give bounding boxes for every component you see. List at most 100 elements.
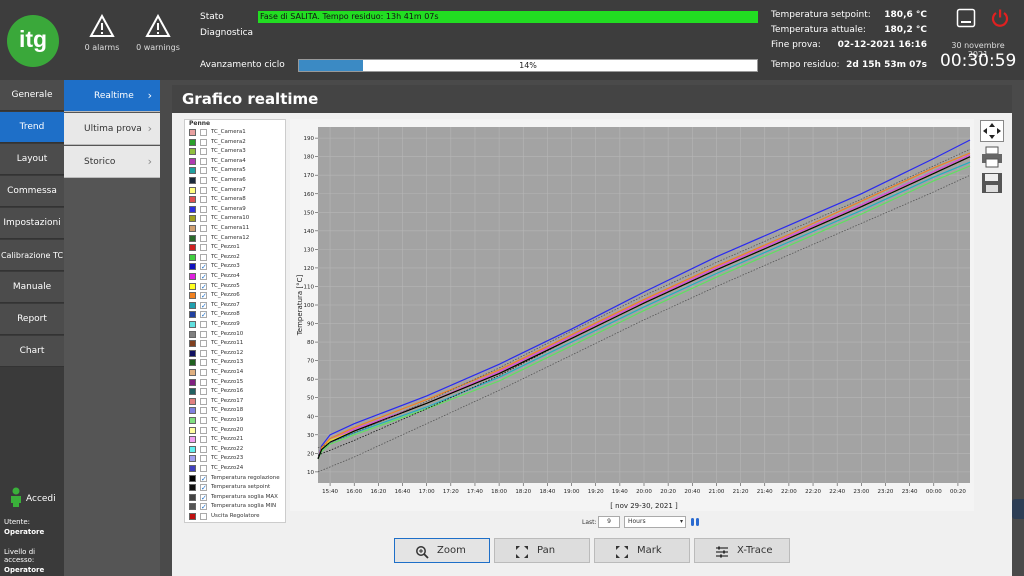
legend-item[interactable]: TC_Camera6 bbox=[189, 176, 285, 185]
mark-button[interactable]: Mark bbox=[594, 538, 690, 563]
legend-item[interactable]: TC_Pezzo2 bbox=[189, 253, 285, 262]
legend-checkbox[interactable] bbox=[200, 349, 207, 357]
legend-checkbox[interactable] bbox=[200, 205, 207, 213]
legend-checkbox[interactable] bbox=[200, 369, 207, 376]
legend-item[interactable]: TC_Pezzo16 bbox=[189, 387, 285, 396]
legend-item[interactable]: TC_Pezzo1 bbox=[189, 243, 285, 252]
legend-item[interactable]: TC_Pezzo17 bbox=[189, 397, 285, 406]
legend-item[interactable]: TC_Pezzo9 bbox=[189, 320, 285, 329]
legend-checkbox[interactable] bbox=[200, 225, 207, 232]
sidebar-item-report[interactable]: Report bbox=[0, 304, 64, 335]
legend-checkbox[interactable] bbox=[200, 330, 207, 338]
sidebar-item-calibrazione-tc[interactable]: Calibrazione TC bbox=[0, 240, 64, 271]
zoom-button[interactable]: Zoom bbox=[394, 538, 490, 563]
legend-item[interactable]: ✓ TC_Pezzo6 bbox=[189, 291, 285, 300]
legend-checkbox[interactable] bbox=[200, 436, 207, 444]
legend-item[interactable]: TC_Camera3 bbox=[189, 147, 285, 156]
sidebar-item-commessa[interactable]: Commessa bbox=[0, 176, 64, 207]
last-value-stepper[interactable]: 9 bbox=[598, 516, 620, 528]
legend-item[interactable]: TC_Pezzo13 bbox=[189, 358, 285, 367]
legend-item[interactable]: TC_Pezzo10 bbox=[189, 330, 285, 339]
legend-item[interactable]: TC_Pezzo21 bbox=[189, 435, 285, 444]
legend-checkbox[interactable]: ✓ bbox=[200, 503, 207, 511]
legend-checkbox[interactable] bbox=[200, 244, 207, 252]
legend-item[interactable]: TC_Pezzo22 bbox=[189, 445, 285, 454]
legend-checkbox[interactable] bbox=[200, 186, 207, 194]
legend-item[interactable]: ✓ TC_Pezzo5 bbox=[189, 282, 285, 291]
pan-button[interactable]: Pan bbox=[494, 538, 590, 563]
subnav-item-storico[interactable]: Storico › bbox=[64, 146, 160, 178]
legend-item[interactable]: ✓ Temperatura soglia MAX bbox=[189, 493, 285, 502]
sidebar-item-impostazioni[interactable]: Impostazioni bbox=[0, 208, 64, 239]
legend-checkbox[interactable] bbox=[200, 465, 207, 472]
legend-checkbox[interactable]: ✓ bbox=[200, 292, 207, 300]
legend-item[interactable]: TC_Pezzo14 bbox=[189, 368, 285, 377]
link-toggle[interactable] bbox=[690, 516, 700, 528]
legend-checkbox[interactable] bbox=[200, 426, 207, 434]
legend-item[interactable]: TC_Pezzo18 bbox=[189, 406, 285, 415]
fit-view-button[interactable] bbox=[980, 120, 1004, 142]
subnav-item-realtime[interactable]: Realtime › bbox=[64, 80, 160, 112]
sidebar-item-generale[interactable]: Generale bbox=[0, 80, 64, 111]
legend-checkbox[interactable] bbox=[200, 513, 207, 520]
legend-checkbox[interactable] bbox=[200, 157, 207, 165]
legend-item[interactable]: Uscita Regolatore bbox=[189, 512, 285, 521]
legend-checkbox[interactable]: ✓ bbox=[200, 282, 207, 290]
save-button[interactable] bbox=[980, 172, 1004, 194]
legend-checkbox[interactable] bbox=[200, 455, 207, 463]
legend-item[interactable]: TC_Camera4 bbox=[189, 157, 285, 166]
accedi-button[interactable]: Accedi bbox=[6, 485, 61, 515]
legend-item[interactable]: TC_Pezzo20 bbox=[189, 426, 285, 435]
minimize-button[interactable] bbox=[956, 8, 976, 28]
legend-checkbox[interactable]: ✓ bbox=[200, 311, 207, 319]
legend-item[interactable]: TC_Camera11 bbox=[189, 224, 285, 233]
subnav-item-ultima-prova[interactable]: Ultima prova › bbox=[64, 113, 160, 145]
legend-checkbox[interactable]: ✓ bbox=[200, 484, 207, 492]
legend-checkbox[interactable] bbox=[200, 148, 207, 156]
sidebar-item-layout[interactable]: Layout bbox=[0, 144, 64, 175]
legend-checkbox[interactable] bbox=[200, 234, 207, 242]
legend-checkbox[interactable] bbox=[200, 167, 207, 175]
legend-item[interactable]: ✓ Temperatura regolazione bbox=[189, 474, 285, 483]
legend-item[interactable]: ✓ Temperatura setpoint bbox=[189, 483, 285, 492]
legend-item[interactable]: TC_Camera8 bbox=[189, 195, 285, 204]
legend-item[interactable]: ✓ TC_Pezzo8 bbox=[189, 310, 285, 319]
legend-checkbox[interactable] bbox=[200, 359, 207, 367]
legend-checkbox[interactable] bbox=[200, 129, 207, 136]
legend-item[interactable]: TC_Camera9 bbox=[189, 205, 285, 214]
legend-checkbox[interactable] bbox=[200, 407, 207, 415]
sidebar-item-manuale[interactable]: Manuale bbox=[0, 272, 64, 303]
legend-checkbox[interactable] bbox=[200, 340, 207, 348]
legend-checkbox[interactable]: ✓ bbox=[200, 301, 207, 309]
legend-checkbox[interactable] bbox=[200, 215, 207, 223]
side-panel-toggle[interactable] bbox=[1012, 499, 1024, 519]
legend-checkbox[interactable] bbox=[200, 445, 207, 453]
legend-checkbox[interactable] bbox=[200, 138, 207, 146]
legend-checkbox[interactable] bbox=[200, 417, 207, 424]
legend-checkbox[interactable]: ✓ bbox=[200, 493, 207, 501]
legend-item[interactable]: TC_Pezzo11 bbox=[189, 339, 285, 348]
legend-item[interactable]: TC_Pezzo15 bbox=[189, 378, 285, 387]
warnings-indicator[interactable]: 0 warnings bbox=[128, 14, 188, 52]
legend-item[interactable]: TC_Pezzo23 bbox=[189, 454, 285, 463]
legend-checkbox[interactable] bbox=[200, 397, 207, 405]
legend-checkbox[interactable] bbox=[200, 253, 207, 261]
legend-item[interactable]: ✓ TC_Pezzo3 bbox=[189, 262, 285, 271]
legend-item[interactable]: TC_Pezzo19 bbox=[189, 416, 285, 425]
legend-item[interactable]: TC_Camera7 bbox=[189, 186, 285, 195]
legend-checkbox[interactable] bbox=[200, 321, 207, 328]
legend-checkbox[interactable]: ✓ bbox=[200, 263, 207, 271]
legend-checkbox[interactable] bbox=[200, 177, 207, 184]
xtrace-button[interactable]: X-Trace bbox=[694, 538, 790, 563]
legend-item[interactable]: ✓ Temperatura soglia MIN bbox=[189, 502, 285, 511]
legend-checkbox[interactable]: ✓ bbox=[200, 474, 207, 482]
legend-item[interactable]: TC_Camera1 bbox=[189, 128, 285, 137]
legend-checkbox[interactable] bbox=[200, 196, 207, 204]
legend-checkbox[interactable]: ✓ bbox=[200, 273, 207, 281]
print-button[interactable] bbox=[980, 146, 1004, 168]
legend-item[interactable]: ✓ TC_Pezzo4 bbox=[189, 272, 285, 281]
legend-checkbox[interactable] bbox=[200, 388, 207, 396]
legend-item[interactable]: TC_Pezzo12 bbox=[189, 349, 285, 358]
legend-item[interactable]: TC_Camera2 bbox=[189, 138, 285, 147]
legend-item[interactable]: TC_Pezzo24 bbox=[189, 464, 285, 473]
